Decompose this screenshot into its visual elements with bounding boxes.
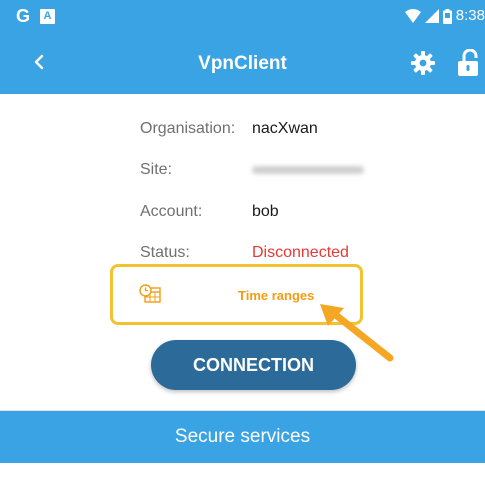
back-icon[interactable] bbox=[28, 48, 50, 76]
status-label: Status: bbox=[140, 244, 190, 261]
organisation-value: nacXwan bbox=[252, 120, 318, 137]
notification-icon: A bbox=[40, 8, 56, 24]
time-ranges-link[interactable]: Time ranges bbox=[238, 288, 358, 303]
signal-icon bbox=[424, 9, 439, 23]
connection-button[interactable]: CONNECTION bbox=[151, 340, 356, 390]
site-label: Site: bbox=[140, 161, 173, 178]
status-time: 8:38 bbox=[455, 7, 485, 24]
account-row: Account: bob bbox=[0, 200, 485, 224]
google-icon: G bbox=[16, 6, 31, 26]
organisation-label: Organisation: bbox=[140, 120, 236, 137]
unlock-icon[interactable] bbox=[455, 49, 485, 77]
account-label: Account: bbox=[140, 203, 203, 220]
status-bar-right: 8:38 bbox=[404, 7, 485, 25]
account-value: bob bbox=[252, 203, 279, 220]
app-screen: G A 8:38 VpnClient Organisation: nacXwan… bbox=[0, 0, 485, 489]
site-row: Site: bbox=[0, 158, 485, 182]
status-value: Disconnected bbox=[252, 244, 349, 261]
status-bar: G A 8:38 bbox=[0, 0, 485, 34]
wifi-icon bbox=[404, 9, 421, 23]
clock-calendar-icon[interactable] bbox=[139, 284, 161, 304]
battery-icon bbox=[442, 8, 452, 24]
site-value-redacted bbox=[252, 166, 364, 174]
organisation-row: Organisation: nacXwan bbox=[0, 117, 485, 141]
status-row: Status: Disconnected bbox=[0, 241, 485, 265]
status-bar-left: G A bbox=[16, 6, 56, 26]
gear-icon[interactable] bbox=[411, 51, 435, 75]
app-bar: VpnClient bbox=[0, 34, 485, 94]
secure-services-header[interactable]: Secure services bbox=[0, 411, 485, 463]
